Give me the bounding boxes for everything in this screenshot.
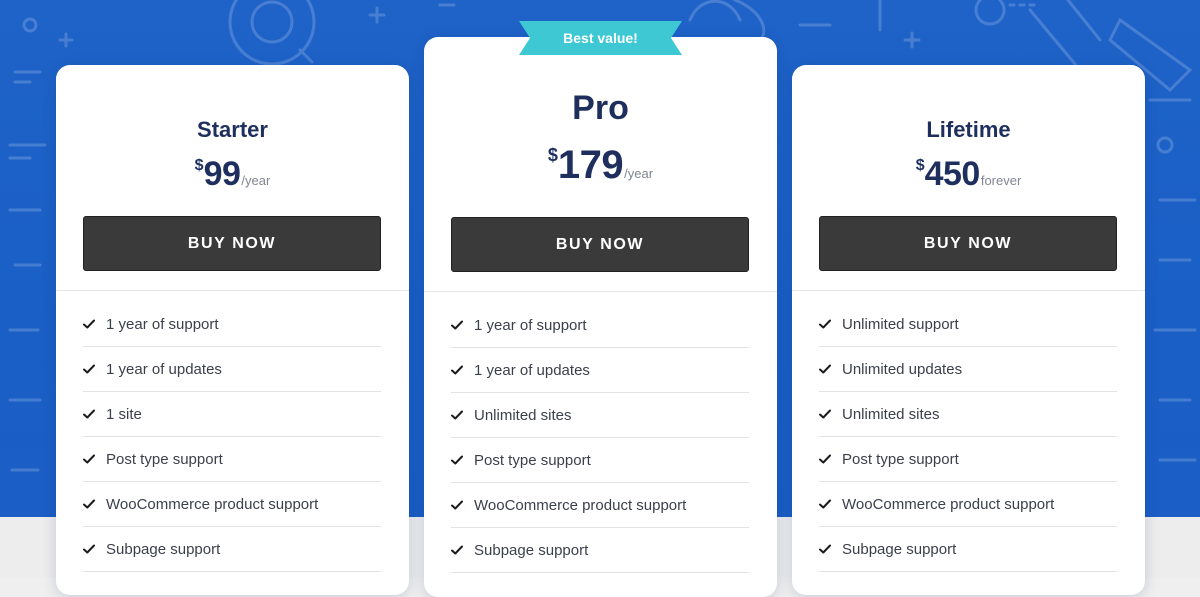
feature-item: Unlimited sites (451, 393, 749, 438)
feature-item: 1 site (83, 392, 381, 437)
check-icon (819, 454, 831, 464)
feature-item: 1 year of support (451, 303, 749, 348)
feature-label: 1 year of support (106, 315, 219, 333)
price: $179/year (424, 143, 777, 188)
price-amount: 179 (557, 143, 624, 187)
check-icon (451, 545, 463, 555)
feature-label: Unlimited support (842, 315, 959, 333)
feature-label: Unlimited sites (474, 406, 572, 424)
divider (792, 290, 1145, 291)
check-icon (83, 364, 95, 374)
buy-now-button[interactable]: BUY NOW (83, 216, 381, 271)
feature-label: Post type support (474, 451, 591, 469)
pricing-card-lifetime: Lifetime $450forever BUY NOW Unlimited s… (792, 65, 1145, 595)
feature-item: Post type support (451, 438, 749, 483)
price-period: /year (241, 173, 271, 188)
check-icon (451, 455, 463, 465)
check-icon (819, 319, 831, 329)
feature-item: WooCommerce product support (819, 482, 1117, 527)
check-icon (819, 409, 831, 419)
feature-item: Unlimited support (819, 302, 1117, 347)
plan-title: Pro (572, 89, 629, 127)
check-icon (819, 499, 831, 509)
feature-label: Post type support (106, 450, 223, 468)
check-icon (83, 409, 95, 419)
price: $450forever (792, 155, 1145, 194)
check-icon (451, 320, 463, 330)
feature-label: WooCommerce product support (106, 495, 319, 513)
feature-item: 1 year of updates (83, 347, 381, 392)
feature-list: Unlimited support Unlimited updates Unli… (819, 302, 1117, 572)
feature-label: Subpage support (842, 540, 957, 558)
check-icon (83, 454, 95, 464)
feature-item: Subpage support (819, 527, 1117, 572)
check-icon (451, 500, 463, 510)
price: $99/year (56, 155, 409, 194)
feature-label: 1 year of updates (474, 361, 590, 379)
feature-label: WooCommerce product support (474, 496, 687, 514)
feature-item: Subpage support (83, 527, 381, 572)
feature-label: Post type support (842, 450, 959, 468)
price-period: /year (624, 166, 654, 181)
feature-item: Post type support (83, 437, 381, 482)
pricing-card-starter: Starter $99/year BUY NOW 1 year of suppo… (56, 65, 409, 595)
feature-label: 1 year of updates (106, 360, 222, 378)
feature-list: 1 year of support 1 year of updates Unli… (451, 303, 749, 573)
pricing-card-pro: Pro $179/year BUY NOW 1 year of support … (424, 37, 777, 597)
plan-title: Lifetime (926, 117, 1011, 142)
divider (424, 291, 777, 292)
best-value-ribbon: Best value! (519, 21, 682, 55)
feature-item: Unlimited updates (819, 347, 1117, 392)
price-currency: $ (547, 145, 558, 165)
feature-label: 1 site (106, 405, 142, 423)
price-period: forever (980, 173, 1022, 188)
divider (56, 290, 409, 291)
feature-label: 1 year of support (474, 316, 587, 334)
check-icon (451, 410, 463, 420)
price-currency: $ (915, 157, 925, 174)
feature-list: 1 year of support 1 year of updates 1 si… (83, 302, 381, 572)
ribbon-label: Best value! (563, 30, 638, 46)
buy-now-button[interactable]: BUY NOW (819, 216, 1117, 271)
check-icon (83, 319, 95, 329)
check-icon (819, 544, 831, 554)
feature-item: WooCommerce product support (451, 483, 749, 528)
feature-item: 1 year of support (83, 302, 381, 347)
check-icon (83, 499, 95, 509)
feature-item: Unlimited sites (819, 392, 1117, 437)
price-amount: 450 (924, 155, 981, 193)
check-icon (819, 364, 831, 374)
buy-now-button[interactable]: BUY NOW (451, 217, 749, 272)
plan-title: Starter (197, 117, 268, 142)
price-currency: $ (194, 157, 204, 174)
feature-item: Post type support (819, 437, 1117, 482)
feature-label: Subpage support (474, 541, 589, 559)
check-icon (451, 365, 463, 375)
feature-item: Subpage support (451, 528, 749, 573)
price-amount: 99 (203, 155, 241, 193)
feature-item: 1 year of updates (451, 348, 749, 393)
feature-label: Subpage support (106, 540, 221, 558)
feature-label: Unlimited updates (842, 360, 963, 378)
feature-label: WooCommerce product support (842, 495, 1055, 513)
feature-item: WooCommerce product support (83, 482, 381, 527)
feature-label: Unlimited sites (842, 405, 940, 423)
check-icon (83, 544, 95, 554)
